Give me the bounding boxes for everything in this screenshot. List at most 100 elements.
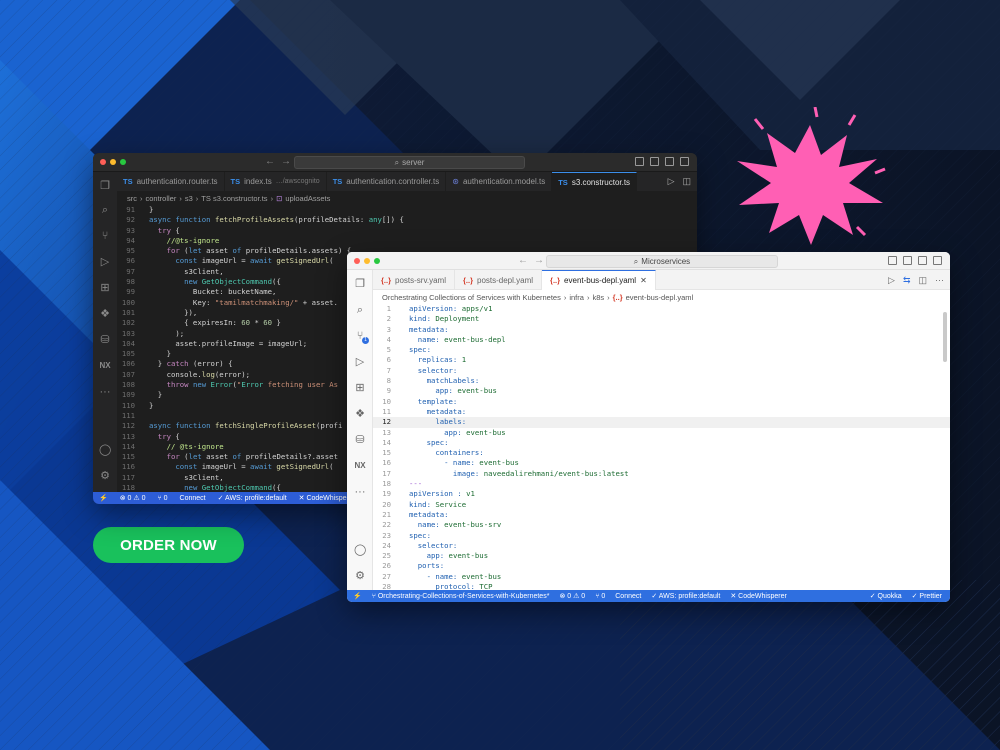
tab-s3-constructor[interactable]: TS s3.constructor.ts bbox=[552, 172, 638, 191]
code-text: const imageUrl = await getSignedUrl( bbox=[175, 462, 334, 472]
line-number: 112 bbox=[121, 421, 135, 431]
tab-event-bus-depl[interactable]: {..} event-bus-depl.yaml ✕ bbox=[542, 270, 656, 290]
command-search[interactable]: ⌕ server bbox=[294, 156, 525, 169]
tab-authentication-model[interactable]: ⊛ authentication.model.ts bbox=[446, 172, 553, 191]
search-icon[interactable]: ⌕ bbox=[354, 304, 366, 316]
search-icon: ⌕ bbox=[633, 256, 639, 266]
status-item[interactable]: ✓ AWS: profile:default bbox=[218, 494, 287, 502]
run-debug-icon[interactable]: ▷ bbox=[99, 256, 111, 268]
toggle-panel-icon[interactable] bbox=[650, 157, 659, 166]
line-number: 28 bbox=[382, 582, 391, 590]
light-code-editor[interactable]: 1 apiVersion: apps/v1 2 kind: Deployment 3 me… bbox=[373, 304, 950, 590]
code-line: 8 matchLabels: bbox=[373, 376, 950, 386]
code-line: 23 spec: bbox=[373, 531, 950, 541]
breadcrumb-item[interactable]: controller bbox=[146, 194, 177, 203]
search-icon[interactable]: ⌕ bbox=[99, 204, 111, 216]
yaml-key: metadata: bbox=[409, 509, 449, 519]
function-icon: ⊡ bbox=[276, 193, 283, 203]
close-window-button[interactable] bbox=[354, 258, 360, 264]
breadcrumb: src › controller › s3 › TS s3.constructor.t… bbox=[117, 191, 697, 205]
remote-icon[interactable]: ⚡ bbox=[353, 592, 362, 600]
breadcrumb-item[interactable]: Orchestrating Collections of Services wi… bbox=[382, 293, 561, 302]
toggle-panel-icon[interactable] bbox=[903, 256, 912, 265]
breadcrumb-item[interactable]: infra bbox=[569, 293, 584, 302]
line-number: 11 bbox=[382, 406, 391, 416]
database-icon[interactable]: ⛁ bbox=[354, 434, 366, 446]
status-item[interactable]: ⊗ 0 ⚠ 0 bbox=[120, 494, 146, 502]
account-icon[interactable]: ◯ bbox=[354, 544, 366, 556]
customize-layout-icon[interactable] bbox=[680, 157, 689, 166]
breadcrumb-item[interactable]: event-bus-depl.yaml bbox=[626, 293, 694, 302]
more-icon[interactable]: ··· bbox=[354, 486, 366, 498]
tab-index[interactable]: TS index.ts …/awscognito bbox=[225, 172, 327, 191]
status-item[interactable]: ✕ CodeWhisperer bbox=[730, 592, 786, 600]
breadcrumb-item[interactable]: TS s3.constructor.ts bbox=[201, 194, 267, 203]
chevron-right-icon: › bbox=[270, 193, 274, 203]
split-editor-icon[interactable]: ◫ bbox=[682, 176, 691, 187]
more-actions-icon[interactable]: ··· bbox=[935, 275, 944, 286]
status-item[interactable]: Connect bbox=[180, 495, 206, 502]
settings-gear-icon[interactable]: ⚙ bbox=[99, 470, 111, 482]
code-line: 22 name: event-bus-srv bbox=[373, 520, 950, 530]
breadcrumb-item[interactable]: src bbox=[127, 194, 137, 203]
line-number: 25 bbox=[382, 551, 391, 561]
status-item[interactable]: ✓ Prettier bbox=[912, 592, 942, 600]
split-editor-icon[interactable]: ◫ bbox=[918, 275, 927, 286]
explorer-icon[interactable]: ❐ bbox=[354, 278, 366, 290]
line-number: 95 bbox=[126, 246, 135, 256]
code-line: 94 //@ts-ignore bbox=[117, 236, 697, 246]
figma-icon[interactable]: ❖ bbox=[99, 308, 111, 320]
status-item[interactable]: Connect bbox=[615, 593, 641, 600]
code-text: template: bbox=[397, 397, 458, 407]
status-item[interactable]: ⑂ Orchestrating-Collections-of-Services-… bbox=[372, 593, 550, 600]
nx-icon[interactable]: NX bbox=[354, 460, 366, 472]
more-icon[interactable]: ··· bbox=[99, 386, 111, 398]
close-tab-icon[interactable]: ✕ bbox=[640, 276, 647, 285]
explorer-icon[interactable]: ❐ bbox=[99, 180, 111, 192]
extensions-icon[interactable]: ⊞ bbox=[99, 282, 111, 294]
account-icon[interactable]: ◯ bbox=[99, 444, 111, 456]
maximize-window-button[interactable] bbox=[120, 159, 126, 165]
settings-gear-icon[interactable]: ⚙ bbox=[354, 570, 366, 582]
code-text: labels: bbox=[397, 417, 466, 427]
source-control-icon[interactable]: ⑂ bbox=[99, 230, 111, 242]
status-item[interactable]: ⊗ 0 ⚠ 0 bbox=[559, 592, 585, 600]
status-item[interactable]: ✓ AWS: profile:default bbox=[651, 592, 720, 600]
status-item[interactable]: ⑂ 0 bbox=[595, 593, 605, 600]
close-window-button[interactable] bbox=[100, 159, 106, 165]
toggle-secondary-sidebar-icon[interactable] bbox=[665, 157, 674, 166]
remote-icon[interactable]: ⚡ bbox=[99, 494, 108, 502]
order-now-button[interactable]: ORDER NOW bbox=[93, 527, 244, 563]
figma-icon[interactable]: ❖ bbox=[354, 408, 366, 420]
editor-scrollbar[interactable] bbox=[943, 312, 947, 362]
layout-icons bbox=[888, 256, 942, 265]
line-number: 91 bbox=[126, 205, 135, 214]
command-search[interactable]: ⌕ Microservices bbox=[546, 255, 778, 268]
tab-authentication-controller[interactable]: TS authentication.controller.ts bbox=[327, 172, 447, 191]
compare-icon[interactable]: ⇆ bbox=[903, 275, 911, 286]
breadcrumb-item[interactable]: uploadAssets bbox=[285, 194, 330, 203]
run-icon[interactable]: ▷ bbox=[888, 275, 895, 286]
breadcrumb-item[interactable]: k8s bbox=[592, 293, 604, 302]
minimize-window-button[interactable] bbox=[364, 258, 370, 264]
toggle-sidebar-icon[interactable] bbox=[888, 256, 897, 265]
minimize-window-button[interactable] bbox=[110, 159, 116, 165]
extensions-icon[interactable]: ⊞ bbox=[354, 382, 366, 394]
database-icon[interactable]: ⛁ bbox=[99, 334, 111, 346]
tab-posts-depl[interactable]: {..} posts-depl.yaml bbox=[455, 270, 543, 290]
run-icon[interactable]: ▷ bbox=[668, 176, 675, 187]
status-item[interactable]: ✓ Quokka bbox=[870, 592, 902, 600]
nav-arrows[interactable]: ←→ bbox=[265, 156, 297, 167]
tab-posts-srv[interactable]: {..} posts-srv.yaml bbox=[373, 270, 455, 290]
tab-authentication-router[interactable]: TS authentication.router.ts bbox=[117, 172, 225, 191]
status-item[interactable]: ⑂ 0 bbox=[157, 495, 167, 502]
toggle-secondary-sidebar-icon[interactable] bbox=[918, 256, 927, 265]
maximize-window-button[interactable] bbox=[374, 258, 380, 264]
line-number: 118 bbox=[121, 483, 135, 492]
toggle-sidebar-icon[interactable] bbox=[635, 157, 644, 166]
customize-layout-icon[interactable] bbox=[933, 256, 942, 265]
breadcrumb-item[interactable]: s3 bbox=[185, 194, 193, 203]
nx-icon[interactable]: NX bbox=[99, 360, 111, 372]
run-debug-icon[interactable]: ▷ bbox=[354, 356, 366, 368]
command-search-text: server bbox=[402, 158, 425, 167]
